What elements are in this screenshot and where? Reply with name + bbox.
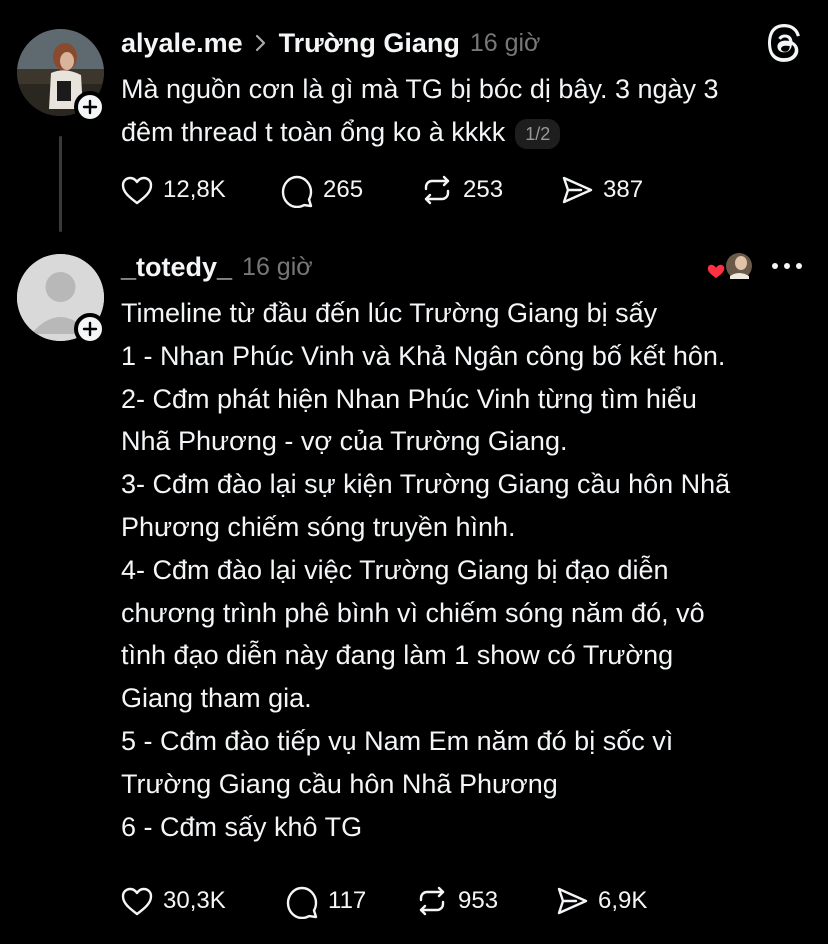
post-time: 16 giờ — [469, 28, 541, 57]
post-text-line: Giang tham gia. — [121, 683, 312, 714]
post-text-line: 3- Cđm đào lại sự kiện Trường Giang cầu … — [121, 469, 731, 500]
reply-count: 117 — [328, 887, 367, 914]
share-count: 387 — [603, 176, 644, 203]
comment-icon — [281, 175, 313, 208]
page-badge[interactable]: 1/2 — [515, 118, 561, 149]
repost-button[interactable]: 253 — [419, 172, 503, 208]
chevron-right-icon — [255, 34, 265, 52]
repost-icon — [419, 886, 445, 916]
plus-icon — [82, 321, 98, 337]
post-text-line: Mà nguồn cơn là gì mà TG bị bóc dị bây. … — [121, 74, 719, 104]
reply-count: 265 — [323, 176, 364, 203]
post-header: alyale.me Trường Giang 16 giờ — [121, 25, 540, 61]
follow-plus-button[interactable] — [74, 313, 106, 345]
comment-icon — [286, 886, 318, 919]
like-count: 30,3K — [163, 887, 226, 914]
post-text-line: đêm thread t toàn ổng ko à kkkk 1/2 — [121, 111, 719, 154]
post-header: _totedy_ 16 giờ — [121, 249, 313, 285]
post-text-line: Phương chiếm sóng truyền hình. — [121, 511, 516, 542]
post-text-line: Nhã Phương - vợ của Trường Giang. — [121, 426, 568, 457]
send-icon — [557, 887, 588, 915]
post-text-line: Timeline từ đầu đến lúc Trường Giang bị … — [121, 298, 658, 328]
reply-button[interactable]: 265 — [279, 172, 363, 208]
share-button[interactable]: 6,9K — [554, 883, 647, 919]
post-text-line: 2- Cđm phát hiện Nhan Phúc Vinh từng tìm… — [121, 383, 697, 414]
post-text-line: Trường Giang cầu hôn Nhã Phương — [121, 768, 558, 799]
post-text-line: 5 - Cđm đào tiếp vụ Nam Em năm đó bị sốc… — [121, 725, 674, 756]
more-options-icon[interactable] — [770, 258, 804, 274]
repost-count: 253 — [463, 176, 504, 203]
post-text-line: chương trình phê bình vì chiếm sóng năm … — [121, 597, 705, 628]
liked-by-author-indicator — [704, 250, 752, 284]
username[interactable]: alyale.me — [121, 28, 243, 59]
like-count: 12,8K — [163, 176, 226, 203]
post-time: 16 giờ — [242, 252, 313, 281]
repost-icon — [424, 175, 450, 205]
post-text-line: tình đạo diễn này đang làm 1 show có Trư… — [121, 640, 674, 671]
username[interactable]: _totedy_ — [121, 252, 232, 283]
heart-icon — [121, 176, 153, 205]
threads-logo-icon[interactable] — [766, 24, 804, 62]
post-text-line: 6 - Cđm sấy khô TG — [121, 811, 363, 842]
share-count: 6,9K — [598, 887, 648, 914]
post-body: Mà nguồn cơn là gì mà TG bị bóc dị bây. … — [121, 68, 719, 154]
reply-to-username[interactable]: Trường Giang — [279, 28, 460, 59]
repost-count: 953 — [458, 887, 499, 914]
post-body: Timeline từ đầu đến lúc Trường Giang bị … — [121, 292, 730, 848]
post-text-line: 4- Cđm đào lại việc Trường Giang bị đạo … — [121, 554, 669, 585]
post-text-line: 1 - Nhan Phúc Vinh và Khả Ngân công bố k… — [121, 340, 726, 371]
share-button[interactable]: 387 — [559, 172, 643, 208]
reply-button[interactable]: 117 — [284, 883, 366, 919]
heart-icon — [121, 887, 153, 916]
like-button[interactable]: 30,3K — [119, 883, 226, 919]
send-icon — [562, 176, 593, 204]
heart-icon — [706, 263, 726, 280]
plus-icon — [82, 99, 98, 115]
like-button[interactable]: 12,8K — [119, 172, 226, 208]
thread-connector-line — [59, 136, 62, 232]
follow-plus-button[interactable] — [74, 91, 106, 123]
repost-button[interactable]: 953 — [414, 883, 498, 919]
